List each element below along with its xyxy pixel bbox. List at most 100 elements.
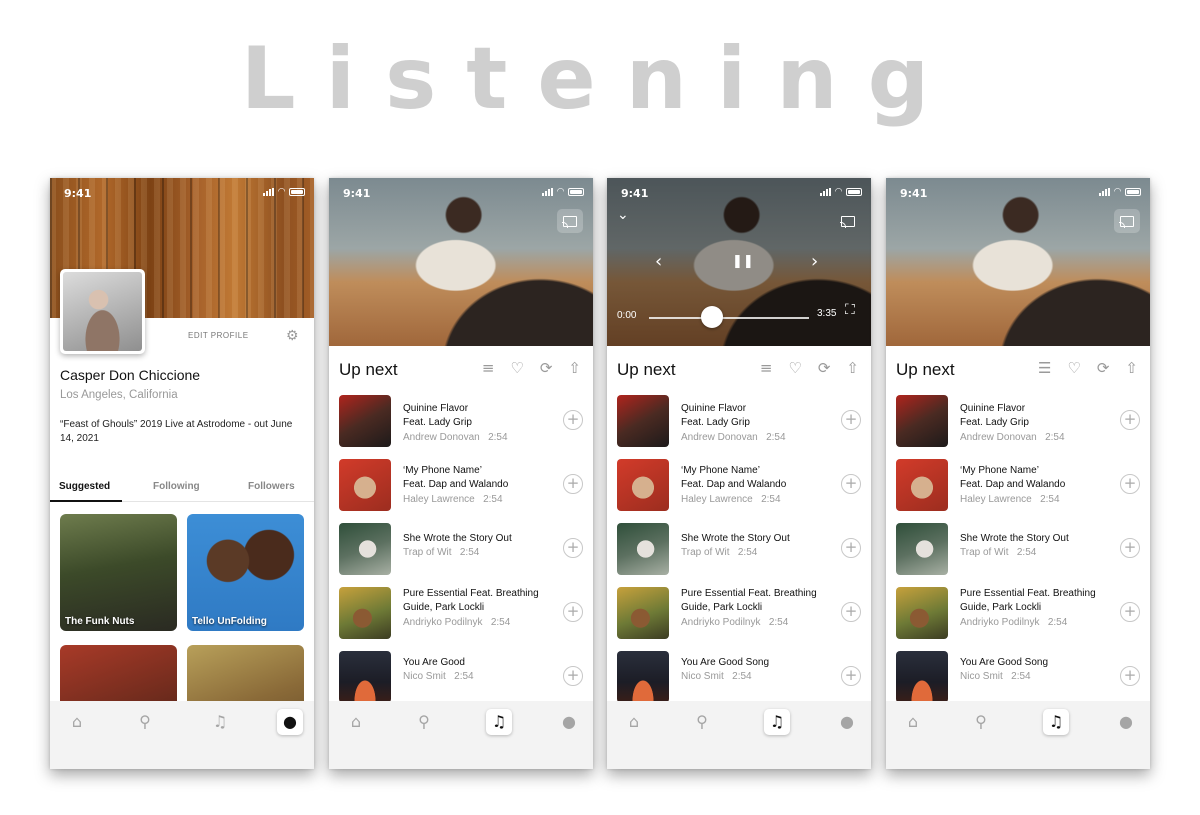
search-icon[interactable]: ⚲ — [968, 709, 994, 735]
repeat-icon[interactable]: ⟳ — [1097, 361, 1110, 376]
music-note-icon[interactable]: ♫ — [764, 709, 790, 735]
track-row[interactable]: Pure Essential Feat. Breathing Guide, Pa… — [607, 584, 871, 640]
fullscreen-icon[interactable]: ⛶ — [845, 303, 855, 317]
plus-circle-icon[interactable]: + — [841, 410, 861, 430]
track-row[interactable]: You Are Good Song Nico Smit 2:54 + — [886, 648, 1150, 704]
plus-circle-icon[interactable]: + — [841, 666, 861, 686]
bottom-tab-bar: ⌂ ⚲ ♫ ● — [607, 701, 871, 769]
track-row[interactable]: You Are Good Nico Smit 2:54 + — [329, 648, 593, 704]
track-duration: 2:54 — [732, 671, 752, 682]
current-time: 0:00 — [617, 310, 637, 321]
status-bar: 9:41 ◠ — [886, 178, 1150, 206]
search-icon[interactable]: ⚲ — [689, 709, 715, 735]
track-row[interactable]: Pure Essential Feat. Breathing Guide, Pa… — [329, 584, 593, 640]
plus-circle-icon[interactable]: + — [1120, 666, 1140, 686]
music-note-icon[interactable]: ♫ — [486, 709, 512, 735]
plus-circle-icon[interactable]: + — [841, 538, 861, 558]
search-icon[interactable]: ⚲ — [411, 709, 437, 735]
next-icon[interactable]: › — [811, 253, 818, 271]
heart-icon[interactable]: ♡ — [1067, 361, 1080, 376]
cast-button[interactable] — [557, 209, 583, 233]
home-icon[interactable]: ⌂ — [900, 709, 926, 735]
progress-thumb[interactable] — [701, 306, 723, 328]
share-icon[interactable]: ⇧ — [846, 361, 859, 376]
track-row[interactable]: She Wrote the Story Out Trap of Wit 2:54 + — [329, 520, 593, 576]
playlist-add-icon[interactable]: ≡ — [760, 361, 773, 376]
tab-followers[interactable]: Followers — [248, 481, 295, 492]
playlist-check-icon[interactable]: ☰ — [1038, 361, 1051, 376]
plus-circle-icon[interactable]: + — [563, 538, 583, 558]
track-row[interactable]: Quinine Flavor Feat. Lady Grip Andrew Don… — [329, 392, 593, 448]
playlist-add-icon[interactable]: ≡ — [482, 361, 495, 376]
search-icon[interactable]: ⚲ — [132, 709, 158, 735]
player-controls-screen: 9:41 ◠ ⌄ ‹ ❚❚ › 0:00 3:35 ⛶ Up next ≡ ♡ … — [607, 178, 871, 769]
home-icon[interactable]: ⌂ — [64, 709, 90, 735]
profile-location: Los Angeles, California — [60, 389, 178, 401]
track-title: ‘My Phone Name’ Feat. Dap and Walando — [960, 465, 1066, 490]
track-row[interactable]: Quinine Flavor Feat. Lady Grip Andrew Don… — [607, 392, 871, 448]
gear-icon[interactable]: ⚙ — [286, 328, 299, 342]
track-row[interactable]: Pure Essential Feat. Breathing Guide, Pa… — [886, 584, 1150, 640]
plus-circle-icon[interactable]: + — [1120, 538, 1140, 558]
plus-circle-icon[interactable]: + — [563, 666, 583, 686]
track-meta: Trap of Wit 2:54 — [960, 547, 1036, 558]
suggested-tile[interactable]: The Funk Nuts — [60, 514, 177, 631]
signal-icon — [542, 188, 554, 196]
track-title: She Wrote the Story Out — [403, 533, 512, 544]
status-bar: 9:41 ◠ — [50, 178, 314, 206]
track-meta: Haley Lawrence 2:54 — [681, 494, 781, 505]
plus-circle-icon[interactable]: + — [1120, 474, 1140, 494]
track-meta: Andriyko Podilnyk 2:54 — [681, 617, 788, 628]
tab-suggested[interactable]: Suggested — [59, 481, 110, 492]
track-artist: Andrew Donovan — [681, 432, 758, 443]
plus-circle-icon[interactable]: + — [1120, 410, 1140, 430]
track-meta: Nico Smit 2:54 — [960, 671, 1031, 682]
cast-icon — [1119, 215, 1134, 228]
track-title: She Wrote the Story Out — [960, 533, 1069, 544]
repeat-icon[interactable]: ⟳ — [540, 361, 553, 376]
home-icon[interactable]: ⌂ — [621, 709, 647, 735]
person-icon[interactable]: ● — [834, 709, 860, 735]
track-row[interactable]: You Are Good Song Nico Smit 2:54 + — [607, 648, 871, 704]
progress-track[interactable] — [649, 317, 809, 319]
share-icon[interactable]: ⇧ — [568, 361, 581, 376]
track-row[interactable]: She Wrote the Story Out Trap of Wit 2:54 + — [886, 520, 1150, 576]
suggested-tile[interactable]: Tello UnFolding — [187, 514, 304, 631]
repeat-icon[interactable]: ⟳ — [818, 361, 831, 376]
track-row[interactable]: ‘My Phone Name’ Feat. Dap and Walando Hal… — [886, 456, 1150, 512]
plus-circle-icon[interactable]: + — [841, 474, 861, 494]
previous-icon[interactable]: ‹ — [655, 253, 662, 271]
track-duration: 2:54 — [1011, 671, 1031, 682]
music-note-icon[interactable]: ♫ — [207, 709, 233, 735]
up-next-title: Up next — [339, 360, 398, 379]
edit-profile-button[interactable]: EDIT PROFILE — [188, 331, 249, 340]
cast-button[interactable] — [1114, 209, 1140, 233]
track-row[interactable]: ‘My Phone Name’ Feat. Dap and Walando Hal… — [329, 456, 593, 512]
tab-following[interactable]: Following — [153, 481, 200, 492]
track-row[interactable]: ‘My Phone Name’ Feat. Dap and Walando Hal… — [607, 456, 871, 512]
plus-circle-icon[interactable]: + — [1120, 602, 1140, 622]
plus-circle-icon[interactable]: + — [563, 474, 583, 494]
plus-circle-icon[interactable]: + — [841, 602, 861, 622]
up-next-title: Up next — [617, 360, 676, 379]
track-artist: Trap of Wit — [960, 547, 1009, 558]
track-row[interactable]: Quinine Flavor Feat. Lady Grip Andrew Don… — [886, 392, 1150, 448]
person-icon[interactable]: ● — [277, 709, 303, 735]
pause-icon[interactable]: ❚❚ — [732, 255, 754, 268]
plus-circle-icon[interactable]: + — [563, 602, 583, 622]
track-row[interactable]: She Wrote the Story Out Trap of Wit 2:54 + — [607, 520, 871, 576]
heart-icon[interactable]: ♡ — [510, 361, 523, 376]
person-icon[interactable]: ● — [556, 709, 582, 735]
track-title: You Are Good — [403, 657, 465, 668]
chevron-down-icon[interactable]: ⌄ — [617, 208, 629, 222]
music-note-icon[interactable]: ♫ — [1043, 709, 1069, 735]
battery-icon — [1125, 188, 1141, 196]
person-icon[interactable]: ● — [1113, 709, 1139, 735]
home-icon[interactable]: ⌂ — [343, 709, 369, 735]
plus-circle-icon[interactable]: + — [563, 410, 583, 430]
cast-button[interactable] — [835, 209, 861, 233]
share-icon[interactable]: ⇧ — [1125, 361, 1138, 376]
heart-icon[interactable]: ♡ — [788, 361, 801, 376]
track-title: She Wrote the Story Out — [681, 533, 790, 544]
avatar[interactable] — [60, 269, 145, 354]
